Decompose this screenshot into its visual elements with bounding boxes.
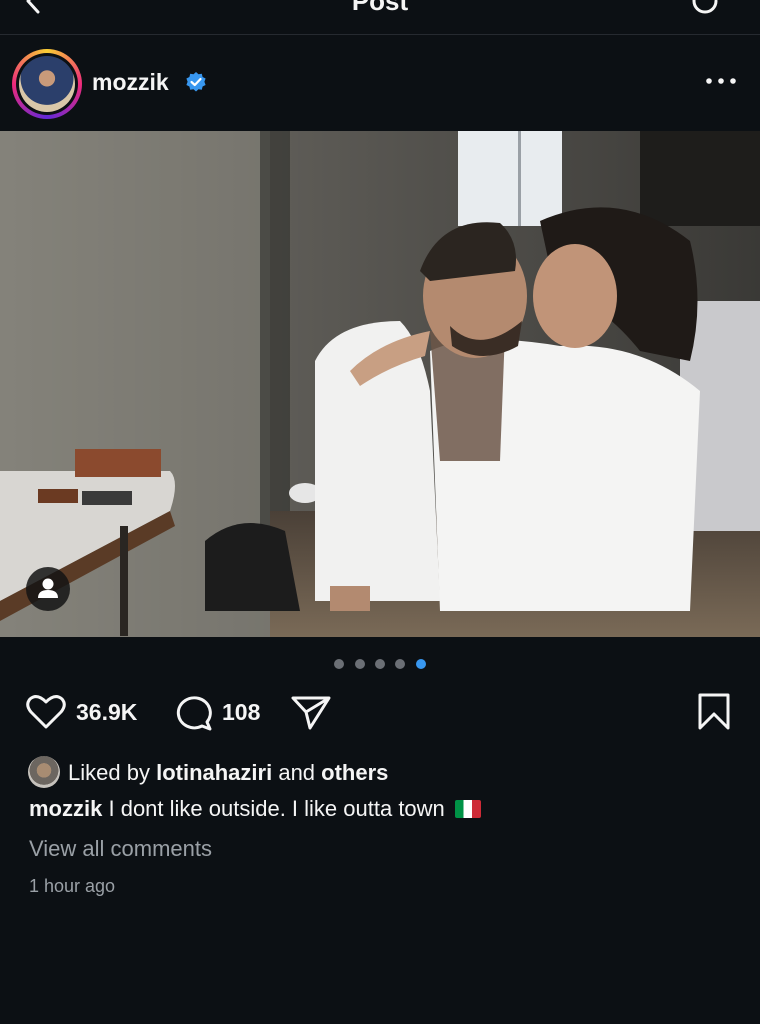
caption-username[interactable]: mozzik bbox=[29, 796, 102, 821]
verified-badge-icon bbox=[186, 72, 206, 92]
bookmark-icon[interactable] bbox=[696, 692, 732, 732]
liked-by-others[interactable]: others bbox=[321, 760, 388, 785]
photo-scene bbox=[0, 131, 760, 637]
italy-flag-icon bbox=[454, 800, 481, 818]
carousel-dot bbox=[334, 659, 345, 669]
carousel-dot bbox=[354, 659, 365, 669]
person-icon bbox=[38, 578, 58, 598]
avatar[interactable] bbox=[12, 49, 82, 119]
view-all-comments-link[interactable]: View all comments bbox=[29, 836, 212, 862]
page-title: Post bbox=[351, 0, 409, 16]
likes-count[interactable]: 36.9K bbox=[76, 699, 137, 726]
post-image[interactable] bbox=[0, 131, 760, 637]
caption-text: I dont like outside. I like outta town bbox=[108, 796, 445, 821]
comments-count[interactable]: 108 bbox=[222, 699, 260, 726]
liked-by-username[interactable]: lotinahaziri bbox=[156, 760, 272, 785]
post-caption: mozzik I dont like outside. I like outta… bbox=[29, 796, 481, 822]
carousel-dot bbox=[375, 659, 385, 669]
more-horizontal-icon[interactable] bbox=[704, 71, 738, 91]
user-tag-button[interactable] bbox=[26, 567, 70, 611]
comment-icon[interactable] bbox=[172, 692, 214, 732]
top-bar: Post bbox=[0, 0, 760, 35]
post-header: mozzik bbox=[0, 35, 760, 130]
refresh-icon[interactable] bbox=[688, 0, 722, 18]
carousel-dot-active bbox=[415, 659, 426, 669]
post-username[interactable]: mozzik bbox=[92, 69, 169, 96]
share-icon[interactable] bbox=[290, 692, 332, 732]
avatar-image bbox=[19, 56, 75, 112]
carousel-indicator bbox=[0, 656, 760, 670]
liker-avatar bbox=[28, 756, 60, 788]
heart-icon[interactable] bbox=[25, 692, 67, 732]
post-timestamp: 1 hour ago bbox=[29, 876, 116, 896]
action-bar: 36.9K 108 bbox=[0, 688, 760, 736]
carousel-dot bbox=[395, 659, 406, 669]
liked-by-text: Liked by lotinahaziri and others bbox=[68, 760, 389, 785]
